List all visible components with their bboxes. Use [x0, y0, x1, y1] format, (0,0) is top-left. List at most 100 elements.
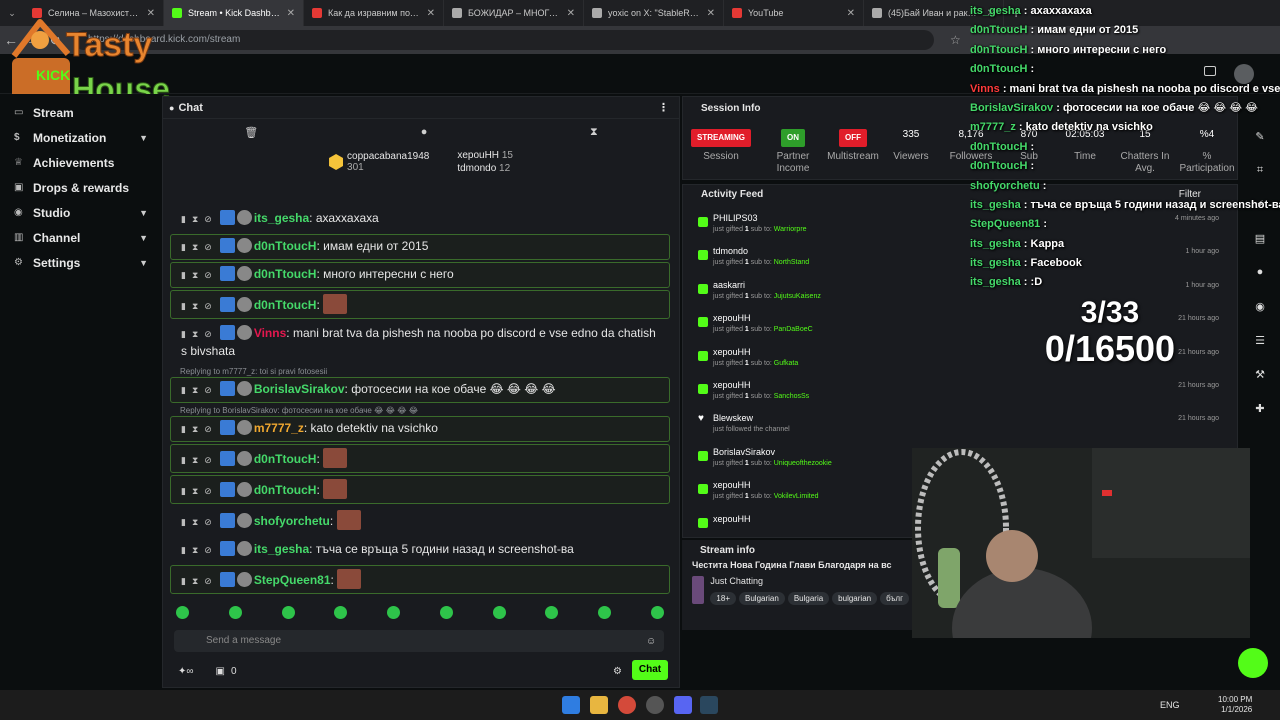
- emote-shortcut[interactable]: [439, 606, 453, 619]
- tab-close-icon[interactable]: ✕: [847, 8, 855, 19]
- emote-shortcut[interactable]: [334, 606, 348, 619]
- activity-item[interactable]: xepouHH just gifted 1 sub to: SanchosSs 21…: [693, 378, 1229, 408]
- mod-action-icons[interactable]: ▮⧗⊘: [181, 517, 218, 527]
- support-chat-icon[interactable]: [1238, 648, 1268, 678]
- emote-shortcut[interactable]: [228, 606, 242, 619]
- stream-tag[interactable]: 18+: [710, 592, 736, 605]
- edit-icon[interactable]: ✎: [1250, 130, 1270, 150]
- chat-username[interactable]: BorislavSirakov: [254, 382, 345, 396]
- activity-recipient[interactable]: PanDaBoeC: [774, 326, 813, 333]
- chat-messages[interactable]: ▮⧗⊘ its_gesha: ахаххахаха ▮⧗⊘ d0nTtoucH: им…: [170, 206, 670, 600]
- mod-action-icons[interactable]: ▮⧗⊘: [181, 545, 218, 555]
- chat-menu-icon[interactable]: ⋮: [658, 101, 669, 114]
- discord-icon[interactable]: [674, 696, 692, 714]
- chat-username[interactable]: d0nTtoucH: [254, 267, 317, 281]
- stream-tag[interactable]: Bulgaria: [787, 592, 830, 605]
- activity-recipient[interactable]: Uniqueofthezookie: [774, 460, 832, 467]
- clock[interactable]: 10:00 PM 1/1/2026: [1218, 695, 1252, 715]
- browser-tab[interactable]: YouTube ✕: [724, 0, 864, 26]
- emote-shortcut[interactable]: [492, 606, 506, 619]
- file-explorer-icon[interactable]: [590, 696, 608, 714]
- stream-tag[interactable]: bulgarian: [832, 592, 878, 605]
- chat-username[interactable]: d0nTtoucH: [254, 298, 317, 312]
- top-gifter-1[interactable]: coppacabana1948 301: [329, 151, 429, 173]
- sidebar-item-channel[interactable]: ▥ Channel ▼: [0, 225, 162, 250]
- chat-bubble-icon[interactable]: ●: [1250, 266, 1270, 286]
- top-gifter-3[interactable]: tdmondo 12: [457, 162, 513, 175]
- gift-icon[interactable]: ▣: [216, 666, 225, 677]
- emote-shortcut[interactable]: [545, 606, 559, 619]
- top-gifter-2[interactable]: xepouHH 15: [457, 149, 513, 162]
- sidebar-item-monetization[interactable]: $ Monetization ▼: [0, 125, 162, 150]
- broadcast-icon[interactable]: ◉: [1250, 300, 1270, 320]
- chat-message[interactable]: ▮⧗⊘ StepQueen81:: [170, 565, 670, 594]
- chevron-down-icon[interactable]: ▼: [139, 208, 148, 218]
- mod-action-icons[interactable]: ▮⧗⊘: [181, 301, 218, 311]
- activity-recipient[interactable]: VokilevLimited: [774, 493, 819, 500]
- emoji-picker-icon[interactable]: ☺: [646, 636, 656, 647]
- tab-close-icon[interactable]: ✕: [427, 8, 435, 19]
- emote-shortcut[interactable]: [281, 606, 295, 619]
- emote-shortcut[interactable]: [598, 606, 612, 619]
- chat-username[interactable]: Vinns: [254, 326, 286, 340]
- trash-icon[interactable]: 🗑: [244, 126, 258, 139]
- chat-username[interactable]: shofyorchetu: [254, 514, 330, 528]
- chat-username[interactable]: d0nTtoucH: [254, 239, 317, 253]
- hourglass-icon[interactable]: ⧗: [590, 126, 598, 139]
- chevron-down-icon[interactable]: ▼: [139, 233, 148, 243]
- emote-shortcut[interactable]: [650, 606, 664, 619]
- card-icon[interactable]: ▤: [1250, 232, 1270, 252]
- chat-message[interactable]: ▮⧗⊘ BorislavSirakov: фотосесии на кое оба…: [170, 377, 670, 403]
- chat-username[interactable]: its_gesha: [254, 542, 309, 556]
- bookmark-star-icon[interactable]: ☆: [950, 33, 961, 47]
- chat-username[interactable]: m7777_z: [254, 421, 304, 435]
- wrench-icon[interactable]: ⚒: [1250, 368, 1270, 388]
- steam-icon[interactable]: [700, 696, 718, 714]
- url-input[interactable]: https://dashboard.kick.com/stream: [74, 30, 934, 50]
- browser-tab[interactable]: yoxic on X: "StableRonaldo ✕: [584, 0, 724, 26]
- chat-message[interactable]: ▮⧗⊘ d0nTtoucH:: [170, 444, 670, 473]
- chat-message[interactable]: ▮⧗⊘ d0nTtoucH:: [170, 475, 670, 504]
- sidebar-item-settings[interactable]: ⚙ Settings ▼: [0, 250, 162, 275]
- activity-recipient[interactable]: Warriorpre: [774, 226, 807, 233]
- chat-username[interactable]: its_gesha: [254, 211, 309, 225]
- list-icon[interactable]: ☰: [1250, 334, 1270, 354]
- language-indicator[interactable]: ENG: [1160, 700, 1180, 710]
- chat-username[interactable]: d0nTtoucH: [254, 452, 317, 466]
- activity-recipient[interactable]: JujutsuKaisenz: [774, 293, 821, 300]
- chat-message[interactable]: ▮⧗⊘ d0nTtoucH: имам едни от 2015: [170, 234, 670, 260]
- chat-message[interactable]: ▮⧗⊘ its_gesha: ахаххахаха: [170, 206, 670, 232]
- bolt-icon[interactable]: ⚡: [1250, 198, 1270, 218]
- browser-tab[interactable]: Как да изравним подовете ✕: [304, 0, 444, 26]
- mod-action-icons[interactable]: ▮⧗⊘: [181, 576, 218, 586]
- send-chat-button[interactable]: Chat: [632, 660, 668, 680]
- chat-message[interactable]: ▮⧗⊘ m7777_z: kato detektiv na vsichko: [170, 416, 670, 442]
- windows-start-icon[interactable]: [562, 696, 580, 714]
- sidebar-item-drops-rewards[interactable]: ▣ Drops & rewards: [0, 175, 162, 200]
- activity-item[interactable]: ♥ Blewskew just followed the channel 21 ho…: [693, 411, 1229, 441]
- tab-close-icon[interactable]: ✕: [567, 8, 575, 19]
- chat-message[interactable]: ▮⧗⊘ d0nTtoucH:: [170, 290, 670, 319]
- chevron-down-icon[interactable]: ▼: [139, 258, 148, 268]
- browser-tab[interactable]: Stream • Kick Dashboard ✕: [164, 0, 304, 26]
- activity-recipient[interactable]: SanchosSs: [774, 393, 809, 400]
- sidebar-item-stream[interactable]: ▭ Stream: [0, 100, 162, 125]
- stream-tag[interactable]: бълг: [880, 592, 909, 605]
- chat-message[interactable]: ▮⧗⊘its_gesha: Kappa: [170, 596, 670, 600]
- speech-bubble-icon[interactable]: ●: [421, 126, 428, 138]
- mod-action-icons[interactable]: ▮⧗⊘: [181, 455, 218, 465]
- chat-message[interactable]: ▮⧗⊘ its_gesha: тъча се връща 5 години наз…: [170, 537, 670, 563]
- tab-close-icon[interactable]: ✕: [287, 8, 295, 19]
- stream-tag[interactable]: Bulgarian: [739, 592, 785, 605]
- tab-close-icon[interactable]: ✕: [707, 8, 715, 19]
- chat-username[interactable]: d0nTtoucH: [254, 483, 317, 497]
- sidebar-item-achievements[interactable]: ♕ Achievements: [0, 150, 162, 175]
- sidebar-item-studio[interactable]: ◉ Studio ▼: [0, 200, 162, 225]
- browser-tab[interactable]: БОЖИДАР – МНОГО СМЕШ ✕: [444, 0, 584, 26]
- emote-shortcut[interactable]: [176, 606, 189, 619]
- emote-shortcut[interactable]: [387, 606, 401, 619]
- chat-message[interactable]: ▮⧗⊘ Vinns: mani brat tva da pishesh na no…: [170, 321, 670, 364]
- chrome-icon[interactable]: [618, 696, 636, 714]
- chat-message[interactable]: ▮⧗⊘ shofyorchetu:: [170, 506, 670, 535]
- obs-icon[interactable]: [646, 696, 664, 714]
